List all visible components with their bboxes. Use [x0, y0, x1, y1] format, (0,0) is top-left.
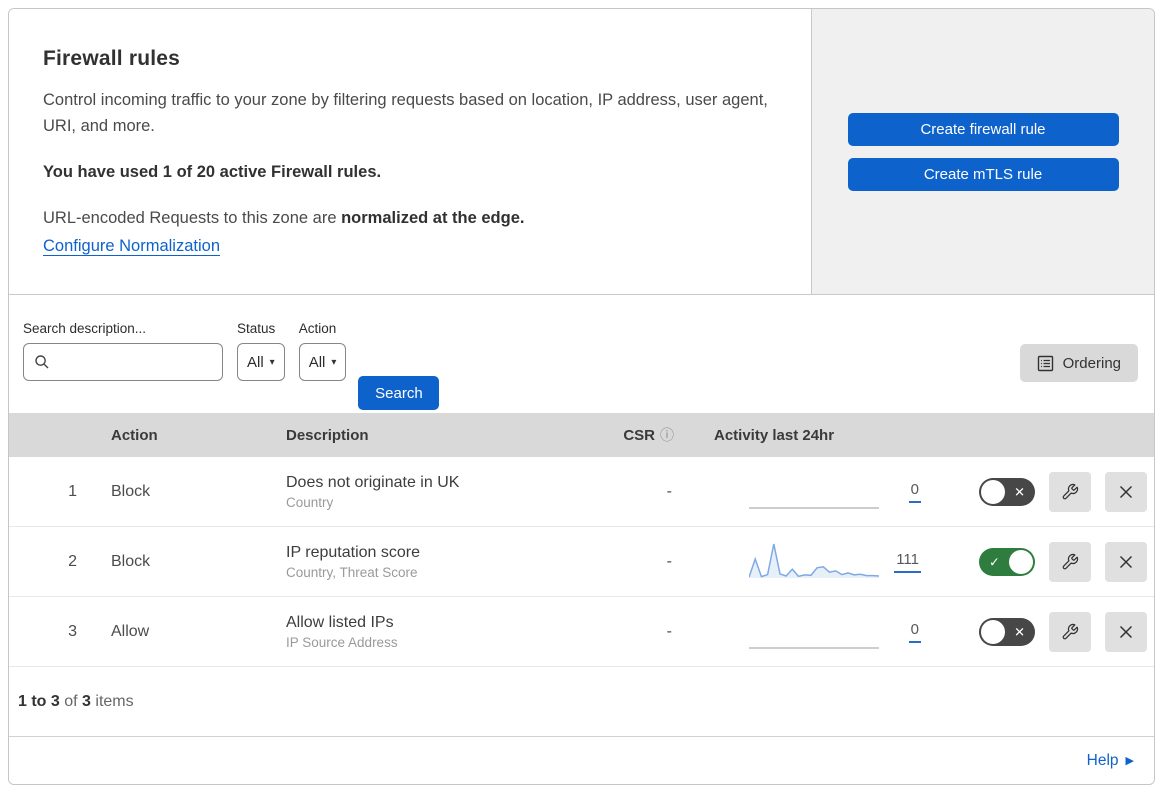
table-row: 2 Block IP reputation score Country, Thr… [9, 527, 1154, 597]
rule-activity-cell: 111 [699, 540, 939, 584]
rule-description: IP reputation score [286, 543, 421, 561]
activity-sparkline [749, 507, 879, 508]
activity-count-link[interactable]: 0 [908, 481, 921, 503]
create-firewall-rule-button[interactable]: Create firewall rule [847, 112, 1119, 146]
arrow-right-icon: ▶ [1125, 755, 1134, 767]
info-icon[interactable]: ⓘ [660, 427, 674, 443]
rule-enabled-toggle[interactable]: ✕ [979, 477, 1035, 506]
chevron-down-icon: ▾ [331, 356, 337, 368]
rule-criteria: Country [286, 494, 334, 510]
rule-csr-value: - [666, 622, 672, 640]
toggle-state-icon: ✓ [989, 554, 1000, 569]
column-description: Description [286, 426, 369, 444]
rule-delete-cell [1091, 541, 1154, 582]
rule-criteria: Country, Threat Score [286, 564, 418, 580]
actions-panel: Create firewall rule Create mTLS rule [811, 9, 1154, 294]
action-label: Action [298, 321, 337, 336]
close-icon [1118, 484, 1134, 500]
column-activity: Activity last 24hr [714, 426, 835, 444]
rule-toggle-cell: ✓ [939, 547, 1039, 576]
rule-activity-cell: 0 [699, 610, 939, 654]
ordering-button[interactable]: Ordering [1019, 344, 1138, 382]
toggle-knob [981, 619, 1005, 644]
rule-toggle-cell: ✕ [939, 617, 1039, 646]
search-group: Search description... [23, 321, 223, 381]
toggle-knob [981, 479, 1005, 504]
table-header: Action Description CSR ⓘ Activity last 24… [9, 413, 1154, 457]
rule-enabled-toggle[interactable]: ✕ [979, 617, 1035, 646]
table-row: 3 Allow Allow listed IPs IP Source Addre… [9, 597, 1154, 667]
toggle-state-icon: ✕ [1014, 624, 1025, 639]
delete-rule-button[interactable] [1105, 471, 1147, 512]
page-title: Firewall rules [43, 47, 181, 70]
toggle-state-icon: ✕ [1014, 484, 1025, 499]
table-row: 1 Block Does not originate in UK Country… [9, 457, 1154, 527]
rule-criteria: IP Source Address [286, 634, 398, 650]
rule-edit-cell [1039, 611, 1091, 652]
rule-edit-cell [1039, 471, 1091, 512]
edit-rule-button[interactable] [1049, 471, 1091, 512]
rule-description: Does not originate in UK [286, 473, 460, 491]
rule-description-cell: Does not originate in UK Country [286, 474, 599, 510]
toggle-knob [1009, 549, 1033, 574]
rule-toggle-cell: ✕ [939, 477, 1039, 506]
usage-notice: You have used 1 of 20 active Firewall ru… [43, 163, 382, 182]
rule-delete-cell [1091, 611, 1154, 652]
intro-panel: Firewall rules Control incoming traffic … [9, 9, 811, 294]
delete-rule-button[interactable] [1105, 541, 1147, 582]
rule-delete-cell [1091, 471, 1154, 512]
chevron-down-icon: ▾ [269, 356, 275, 368]
close-icon [1118, 624, 1134, 640]
activity-count-link[interactable]: 0 [908, 621, 921, 643]
rule-priority: 2 [68, 552, 77, 570]
page-description: Control incoming traffic to your zone by… [43, 91, 768, 136]
create-mtls-rule-button[interactable]: Create mTLS rule [847, 157, 1119, 191]
action-select[interactable]: All ▾ [298, 343, 347, 381]
rule-description-cell: Allow listed IPs IP Source Address [286, 614, 599, 650]
normalization-notice: URL-encoded Requests to this zone are no… [43, 209, 525, 228]
rule-csr-value: - [666, 552, 672, 570]
column-action: Action [111, 426, 158, 444]
rule-activity-cell: 0 [699, 470, 939, 514]
wrench-icon [1061, 483, 1079, 501]
wrench-icon [1061, 553, 1079, 571]
edit-rule-button[interactable] [1049, 541, 1091, 582]
close-icon [1118, 554, 1134, 570]
rule-description: Allow listed IPs [286, 613, 394, 631]
rule-action: Allow [111, 622, 150, 640]
ordering-list-icon [1037, 355, 1054, 372]
configure-normalization-link[interactable]: Configure Normalization [43, 237, 220, 255]
search-label: Search description... [23, 321, 147, 336]
rule-priority: 3 [68, 622, 77, 640]
search-input[interactable] [50, 354, 222, 370]
rule-description-cell: IP reputation score Country, Threat Scor… [286, 544, 599, 580]
status-filter-group: Status All ▾ [237, 321, 285, 381]
activity-sparkline [749, 543, 879, 578]
activity-count-link[interactable]: 111 [894, 551, 921, 573]
firewall-rules-page: Firewall rules Control incoming traffic … [8, 8, 1155, 785]
search-button[interactable]: Search [358, 376, 440, 410]
help-link[interactable]: Help ▶ [1087, 752, 1134, 770]
rule-priority: 1 [68, 482, 77, 500]
wrench-icon [1061, 623, 1079, 641]
pagination-summary: 1 to 3 of 3 items [9, 667, 1154, 737]
activity-sparkline [749, 647, 879, 648]
delete-rule-button[interactable] [1105, 611, 1147, 652]
action-filter-group: Action All ▾ [298, 321, 347, 381]
rule-edit-cell [1039, 541, 1091, 582]
page-header: Firewall rules Control incoming traffic … [9, 9, 1154, 295]
rule-csr-value: - [666, 482, 672, 500]
rule-action: Block [111, 552, 151, 570]
search-icon [34, 354, 50, 370]
rule-action: Block [111, 482, 151, 500]
status-select[interactable]: All ▾ [237, 343, 285, 381]
column-csr: CSR ⓘ [623, 427, 674, 444]
rule-enabled-toggle[interactable]: ✓ [979, 547, 1035, 576]
filter-bar: Search description... Status All ▾ Actio… [9, 295, 1154, 413]
help-row: Help ▶ [9, 737, 1154, 784]
search-box[interactable] [23, 343, 223, 381]
edit-rule-button[interactable] [1049, 611, 1091, 652]
status-label: Status [237, 321, 276, 336]
